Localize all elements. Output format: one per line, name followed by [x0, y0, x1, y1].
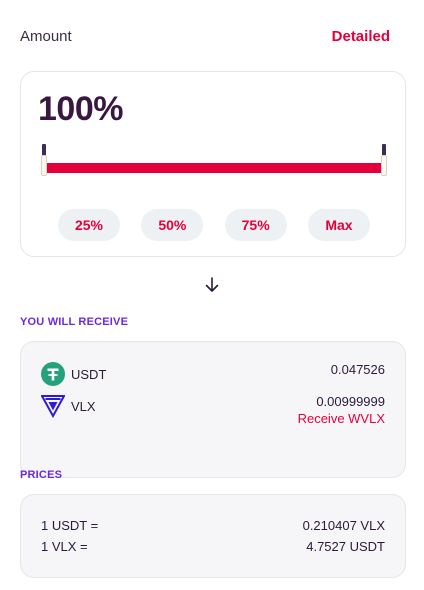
price-label: 1 USDT =: [41, 518, 99, 533]
arrow-down-icon: [205, 277, 219, 292]
price-row: 1 USDT = 0.210407 VLX: [41, 518, 385, 533]
prices-section-title: PRICES: [20, 469, 63, 481]
usdt-symbol: USDT: [71, 366, 107, 382]
slider-end-handle[interactable]: [381, 144, 387, 176]
preset-50-button[interactable]: 50%: [141, 209, 204, 241]
receive-row-vlx: VLX 0.00999999 Receive WVLX: [41, 394, 385, 426]
amount-card: 100% 25% 50% 75% Max: [20, 71, 406, 257]
price-value: 0.210407 VLX: [302, 518, 385, 533]
receive-row-usdt: USDT 0.047526: [41, 362, 385, 386]
preset-buttons: 25% 50% 75% Max: [58, 209, 370, 241]
slider-track-fill: [45, 163, 383, 173]
preset-25-button[interactable]: 25%: [58, 209, 120, 241]
price-value: 4.7527 USDT: [306, 539, 385, 554]
vlx-symbol: VLX: [71, 398, 96, 414]
vlx-amount: 0.00999999: [316, 394, 385, 409]
preset-75-button[interactable]: 75%: [224, 209, 287, 241]
slider-start-handle[interactable]: [41, 144, 47, 176]
amount-slider[interactable]: [41, 144, 387, 178]
detailed-toggle[interactable]: Detailed: [332, 28, 390, 45]
prices-card: 1 USDT = 0.210407 VLX 1 VLX = 4.7527 USD…: [20, 494, 406, 578]
tether-icon: [41, 362, 65, 386]
usdt-amount: 0.047526: [330, 362, 385, 377]
percent-display: 100%: [38, 90, 123, 128]
preset-max-button[interactable]: Max: [307, 209, 370, 241]
price-label: 1 VLX =: [41, 539, 88, 554]
velas-icon: [41, 394, 65, 418]
price-row: 1 VLX = 4.7527 USDT: [41, 539, 385, 554]
amount-label: Amount: [20, 27, 72, 45]
receive-wvlx-link[interactable]: Receive WVLX: [298, 411, 385, 426]
receive-card: USDT 0.047526 VLX 0.00999999 Receive WVL…: [20, 341, 406, 478]
amount-header: Amount Detailed: [20, 26, 390, 46]
receive-section-title: YOU WILL RECEIVE: [20, 316, 129, 328]
